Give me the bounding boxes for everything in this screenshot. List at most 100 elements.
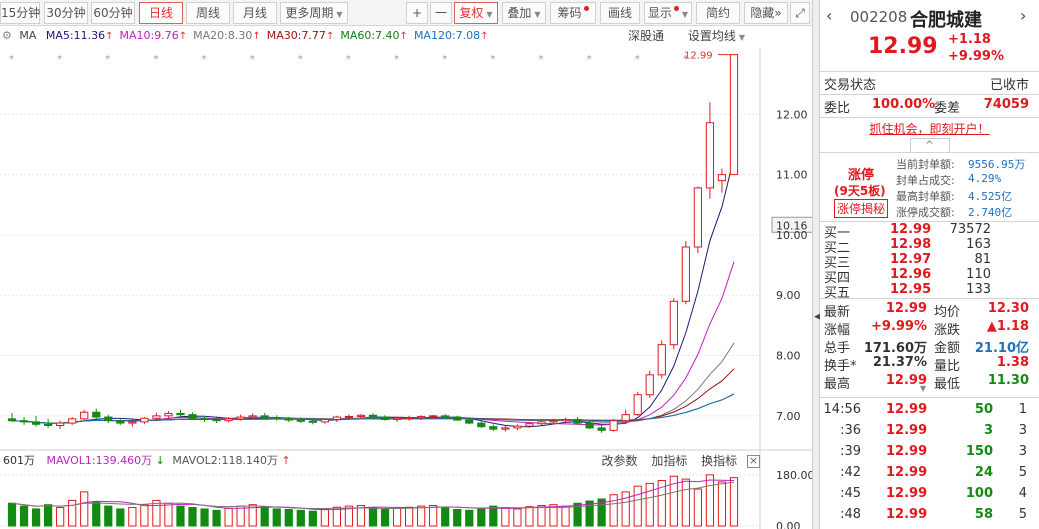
period-day-tab[interactable]: 日线 [139,2,183,24]
candle-body[interactable] [284,418,293,421]
zoom-out-button[interactable]: 一 [430,2,452,24]
candle-body[interactable] [597,427,606,431]
candle-body[interactable] [549,420,558,423]
period-60min-tab[interactable]: 60分钟 [91,2,135,24]
candle-body[interactable] [68,418,77,424]
candle-body[interactable] [380,416,390,420]
mavol1-value: MAVOL1:139.460万 [46,454,153,467]
period-month-tab[interactable]: 月线 [233,2,277,24]
change-params-button[interactable]: 改参数 [601,454,637,468]
candle-body[interactable] [669,300,678,346]
candle-body[interactable] [320,418,329,423]
candle-body[interactable] [729,54,739,176]
candle-body[interactable] [19,420,29,423]
ma-item-label: MA10:9.76 [119,29,179,42]
quote-value: 11.30 [987,373,1029,388]
double-chevron-right-icon: » [774,6,782,20]
candle-body[interactable] [633,394,642,416]
candle-body[interactable] [152,415,161,419]
mavol2-value: MAVOL2:118.140万 [172,454,278,467]
candle-body[interactable] [609,420,618,431]
candle-body[interactable] [368,414,378,418]
period-15min-tab[interactable]: 15分钟 [0,2,40,24]
display-dropdown[interactable]: 显示 ▼ [644,2,692,24]
candle-body[interactable] [693,187,702,248]
add-indicator-button[interactable]: 加指标 [651,454,687,468]
candle-body[interactable] [392,417,402,420]
zoom-in-button[interactable]: + [406,2,428,24]
ma-item-0: MA5:11.36↑ [46,29,114,42]
candle-body[interactable] [56,422,65,426]
forward-chevron-icon[interactable]: › [1020,6,1026,25]
candle-body[interactable] [272,417,281,420]
settings-icon[interactable]: ⚙ [2,29,12,42]
candle-body[interactable] [717,174,727,182]
close-icon[interactable]: × [747,455,760,468]
switch-indicator-button[interactable]: 换指标 [701,454,737,468]
candle-body[interactable] [80,411,89,420]
caret-down-icon[interactable]: ▼ [920,384,926,393]
candle-body[interactable] [356,414,366,417]
candle-body[interactable] [44,423,53,426]
chips-button[interactable]: 筹码 [550,2,596,24]
candle-body[interactable] [344,415,354,418]
candle-body[interactable] [140,417,149,423]
candle-body[interactable] [465,419,474,424]
candle-body[interactable] [296,419,305,422]
candle-body[interactable] [7,418,17,422]
shenguotong-button[interactable]: 深股通 [628,29,664,43]
back-chevron-icon[interactable]: ‹ [826,6,832,25]
candle-body[interactable] [332,416,342,420]
simple-mode-button[interactable]: 简约 [696,2,740,24]
candle-body[interactable] [501,427,510,430]
collapse-up-icon[interactable]: ^ [909,138,950,152]
candle-body[interactable] [212,418,221,422]
candle-body[interactable] [31,421,41,425]
candle-body[interactable] [429,415,438,418]
candle-body[interactable] [477,422,486,428]
candle-body[interactable] [200,417,209,420]
candle-body[interactable] [537,421,546,425]
candle-body[interactable] [705,122,715,189]
candle-body[interactable] [561,418,570,422]
candle-body[interactable] [116,420,125,424]
candle-body[interactable] [236,416,245,420]
maximize-icon[interactable]: ⤢ [790,2,810,24]
candle-body[interactable] [260,415,269,419]
period-30min-tab[interactable]: 30分钟 [44,2,88,24]
candle-body[interactable] [453,416,462,421]
candle-body[interactable] [164,412,173,417]
candle-body[interactable] [573,418,582,424]
open-account-link[interactable]: 抓住机会，即刻开户！ [869,122,989,136]
collapse-tab[interactable]: ^ [820,138,1039,152]
hide-button[interactable]: 隐藏» [744,2,788,24]
candle-body[interactable] [104,416,113,422]
candle-body[interactable] [404,417,414,420]
candle-body[interactable] [525,423,534,427]
candle-body[interactable] [128,421,137,424]
candle-body[interactable] [224,418,233,422]
candle-body[interactable] [176,412,185,416]
candle-body[interactable] [657,344,666,376]
set-ma-dropdown[interactable]: 设置均线 ▼ [688,29,745,43]
candle-body[interactable] [92,411,101,418]
candle-body[interactable] [513,425,522,429]
candle-body[interactable] [621,414,630,422]
candle-body[interactable] [417,415,426,419]
candle-body[interactable] [188,414,197,419]
candle-body[interactable] [489,426,498,430]
volume-bar [188,507,197,527]
candle-body[interactable] [585,422,594,429]
open-account-banner[interactable]: 抓住机会，即刻开户！ [820,120,1039,138]
panel-splitter[interactable]: ◀ [812,0,821,529]
period-week-tab[interactable]: 周线 [186,2,230,24]
more-period-dropdown[interactable]: 更多周期 ▼ [280,2,348,24]
candle-body[interactable] [248,415,257,418]
overlay-dropdown[interactable]: 叠加 ▼ [502,2,546,24]
candle-body[interactable] [308,420,317,423]
draw-line-button[interactable]: 画线 [600,2,640,24]
fuquan-dropdown[interactable]: 复权 ▼ [454,2,498,24]
candle-body[interactable] [441,415,450,418]
candle-body[interactable] [645,374,654,396]
candle-body[interactable] [681,246,690,302]
